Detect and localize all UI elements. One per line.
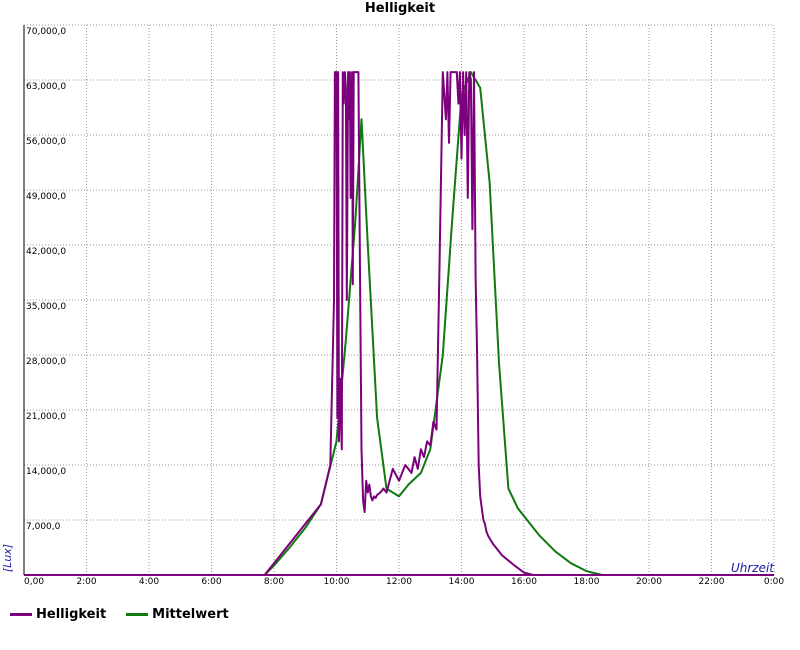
y-tick-label: 42,000,0 [26,247,66,257]
legend-item-helligkeit: Helligkeit [10,607,106,622]
x-axis-label: Uhrzeit [731,561,775,575]
y-tick-label: 28,000,0 [26,357,66,367]
x-tick-label: 10:00 [324,577,350,587]
x-tick-label: 18:00 [574,577,600,587]
chart-title: Helligkeit [365,1,435,16]
legend-label-mittelwert: Mittelwert [152,607,229,622]
x-tick-labels: 0,00 2:00 4:00 6:00 8:00 10:00 12:00 14:00 16:00… [24,577,784,587]
chart: Helligkeit 70,000,0 63,000,0 56,000,0 49,00… [1,1,784,587]
y-tick-label: 63,000,0 [26,82,66,92]
x-tick-label: 0,00 [24,577,44,587]
y-tick-labels: 70,000,0 63,000,0 56,000,0 49,000,0 42,000,0… [26,27,66,532]
legend-swatch-mittelwert [126,613,149,616]
x-tick-label: 12:00 [386,577,412,587]
y-tick-label: 49,000,0 [26,192,66,202]
x-tick-label: 22:00 [699,577,725,587]
legend-swatch-helligkeit [10,613,32,616]
y-tick-label: 70,000,0 [26,27,66,37]
legend: Helligkeit Mittelwert [10,607,249,622]
y-axis-label: [Lux] [1,544,14,572]
legend-label-helligkeit: Helligkeit [36,607,107,622]
x-tick-label: 2:00 [76,577,96,587]
y-tick-label: 21,000,0 [26,412,66,422]
y-tick-label: 35,000,0 [26,302,66,312]
legend-item-mittelwert: Mittelwert [126,607,229,622]
y-tick-label: 14,000,0 [26,467,66,477]
x-tick-label: 8:00 [264,577,284,587]
x-tick-label: 6:00 [201,577,221,587]
x-tick-label: 14:00 [449,577,475,587]
y-tick-label: 56,000,0 [26,137,66,147]
x-tick-label: 0:00 [764,577,784,587]
x-tick-label: 20:00 [636,577,662,587]
x-tick-label: 4:00 [139,577,159,587]
y-tick-label: 7,000,0 [26,522,61,532]
grid [24,24,774,575]
x-tick-label: 16:00 [511,577,537,587]
